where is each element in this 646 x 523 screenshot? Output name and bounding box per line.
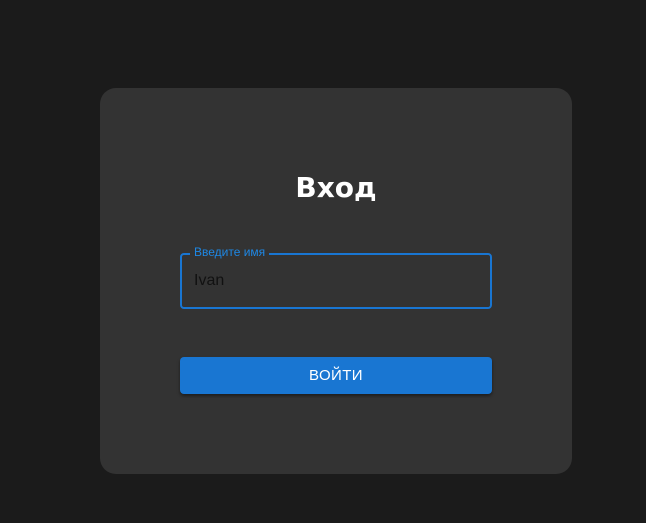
page-title: Вход	[295, 171, 377, 204]
login-card: Вход Введите имя ВОЙТИ	[100, 88, 572, 474]
name-field[interactable]: Введите имя	[180, 245, 492, 309]
login-button[interactable]: ВОЙТИ	[180, 357, 492, 394]
name-input[interactable]	[182, 255, 490, 307]
